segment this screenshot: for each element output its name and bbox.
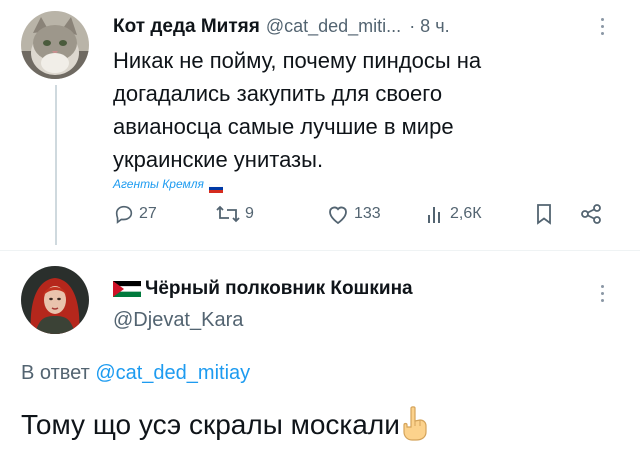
reply-text-row: Тому що усэ скралы москали bbox=[21, 405, 432, 441]
reply-more-icon[interactable] bbox=[601, 285, 604, 302]
tweet-text-line: авианосца самые лучшие в мире bbox=[113, 114, 454, 139]
reply-context: В ответ @cat_ded_mitiay bbox=[21, 362, 250, 385]
reply-header: Чёрный полковник Кошкина bbox=[112, 278, 413, 300]
reply-author-avatar[interactable] bbox=[21, 266, 89, 334]
bookmark-button[interactable] bbox=[534, 203, 554, 230]
reply-text: Тому що усэ скралы москали bbox=[21, 409, 400, 440]
author-avatar[interactable] bbox=[21, 11, 89, 79]
views-icon bbox=[428, 207, 440, 223]
share-button[interactable] bbox=[580, 203, 602, 230]
reply-author-name[interactable]: Чёрный полковник Кошкина bbox=[145, 278, 413, 300]
heart-icon bbox=[329, 206, 347, 225]
tweet-timestamp[interactable]: · 8 ч. bbox=[409, 16, 449, 37]
reply-author-handle[interactable]: @Djevat_Kara bbox=[113, 309, 243, 332]
retweet-count: 9 bbox=[245, 205, 254, 222]
views-button[interactable]: 2,6К bbox=[426, 203, 482, 225]
thread-connector-line bbox=[55, 85, 57, 245]
like-count: 133 bbox=[354, 205, 381, 222]
retweet-icon bbox=[216, 205, 240, 223]
reply-button[interactable]: 27 bbox=[113, 203, 157, 225]
reply-count: 27 bbox=[139, 205, 157, 222]
tweet-header: Кот деда Митяя @cat_ded_miti... · 8 ч. bbox=[113, 16, 450, 38]
author-name[interactable]: Кот деда Митяя bbox=[113, 16, 260, 38]
author-handle[interactable]: @cat_ded_miti... bbox=[266, 16, 401, 37]
bookmark-icon bbox=[537, 204, 551, 225]
more-icon[interactable] bbox=[601, 18, 604, 35]
pointing-up-emoji bbox=[398, 405, 432, 441]
tweet-text-line: догадались закупить для своего bbox=[113, 81, 443, 106]
tweet-text-line: Никак не пойму, почему пиндосы на bbox=[113, 48, 482, 73]
like-button[interactable]: 133 bbox=[326, 203, 381, 225]
reply-icon bbox=[115, 205, 133, 224]
tweet-text: Никак не пойму, почему пиндосы на догада… bbox=[113, 44, 613, 176]
account-label-text: Агенты Кремля bbox=[113, 177, 204, 191]
retweet-button[interactable]: 9 bbox=[215, 203, 254, 225]
russia-flag-icon bbox=[208, 180, 224, 193]
tweet-text-line: украинские унитазы. bbox=[113, 147, 324, 172]
reply-to-mention[interactable]: @cat_ded_mitiay bbox=[95, 362, 250, 384]
tweet-divider bbox=[0, 250, 640, 251]
account-label[interactable]: Агенты Кремля bbox=[113, 177, 224, 193]
share-icon bbox=[581, 204, 601, 224]
views-count: 2,6К bbox=[450, 205, 482, 222]
reply-prefix: В ответ bbox=[21, 362, 90, 384]
palestine-flag-icon bbox=[112, 281, 142, 297]
